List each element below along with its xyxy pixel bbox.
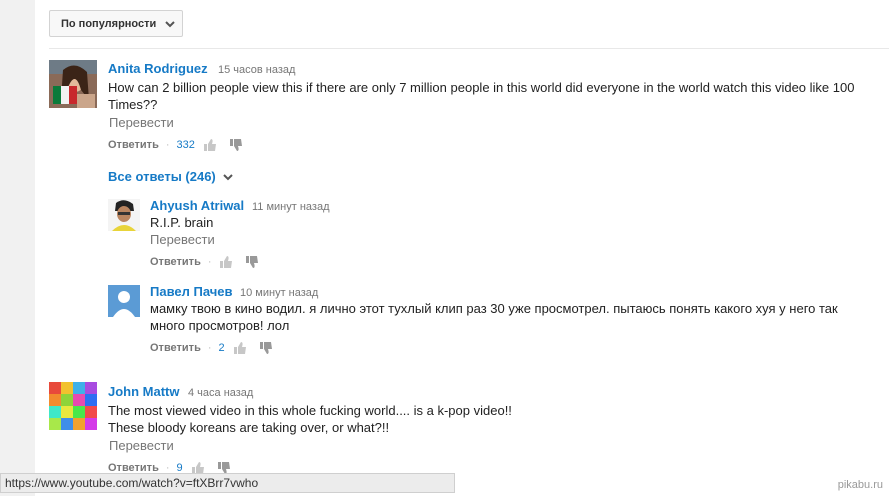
avatar[interactable]	[49, 382, 97, 430]
user-photo	[108, 199, 140, 231]
like-count: 332	[176, 139, 195, 151]
all-replies-label: Все ответы (246)	[108, 169, 216, 184]
comment-time[interactable]: 4 часа назад	[188, 387, 253, 399]
default-avatar-icon[interactable]	[108, 285, 140, 317]
browser-status-bar: https://www.youtube.com/watch?v=ftXBrr7v…	[0, 473, 455, 493]
comment-actions: Ответить · 332	[108, 138, 255, 152]
reply-actions: Ответить · 2	[150, 341, 285, 355]
comment-text: The most viewed video in this whole fuck…	[108, 402, 868, 436]
reply-text: R.I.P. brain	[150, 215, 214, 230]
sort-dropdown[interactable]: По популярности	[49, 10, 183, 37]
chevron-down-icon	[223, 173, 233, 180]
all-replies-toggle[interactable]: Все ответы (246)	[108, 169, 234, 184]
comment-author[interactable]: Anita Rodriguez	[108, 61, 208, 76]
reply-button[interactable]: Ответить	[150, 256, 201, 268]
user-photo	[49, 60, 97, 108]
thumb-down-icon[interactable]	[245, 255, 259, 269]
comment-time[interactable]: 15 часов назад	[218, 64, 295, 76]
avatar[interactable]	[49, 60, 97, 108]
thumb-up-icon[interactable]	[219, 255, 233, 269]
translate-link[interactable]: Перевести	[109, 438, 174, 453]
reply-time[interactable]: 11 минут назад	[252, 201, 330, 213]
like-count: 2	[218, 342, 225, 354]
reply-button[interactable]: Ответить	[108, 139, 159, 151]
divider	[49, 48, 889, 49]
reply-author[interactable]: Ahyush Atriwal	[150, 198, 244, 213]
comment-text-line: These bloody koreans are taking over, or…	[108, 420, 390, 435]
reply-text: мамку твою в кино водил. я лично этот ту…	[150, 301, 838, 333]
comment-text-line: The most viewed video in this whole fuck…	[108, 403, 512, 418]
reply-button[interactable]: Ответить	[150, 342, 201, 354]
reply-actions: Ответить ·	[150, 255, 271, 269]
avatar[interactable]	[108, 199, 140, 231]
separator: ·	[165, 139, 170, 151]
translate-link[interactable]: Перевести	[109, 115, 174, 130]
reply-author[interactable]: Павел Пачев	[150, 284, 233, 299]
watermark: pikabu.ru	[837, 479, 883, 491]
user-photo	[49, 382, 97, 430]
sort-label: По популярности	[61, 17, 157, 30]
separator: ·	[207, 342, 212, 354]
status-url: https://www.youtube.com/watch?v=ftXBrr7v…	[5, 476, 259, 490]
thumb-up-icon[interactable]	[233, 341, 247, 355]
comment-author[interactable]: John Mattw	[108, 384, 180, 399]
translate-link[interactable]: Перевести	[150, 232, 215, 247]
thumb-down-icon[interactable]	[229, 138, 243, 152]
thumb-up-icon[interactable]	[203, 138, 217, 152]
chevron-down-icon	[165, 20, 175, 27]
reply-time[interactable]: 10 минут назад	[240, 287, 318, 299]
comment-text: How can 2 billion people view this if th…	[108, 80, 855, 112]
separator: ·	[207, 256, 212, 268]
thumb-down-icon[interactable]	[259, 341, 273, 355]
